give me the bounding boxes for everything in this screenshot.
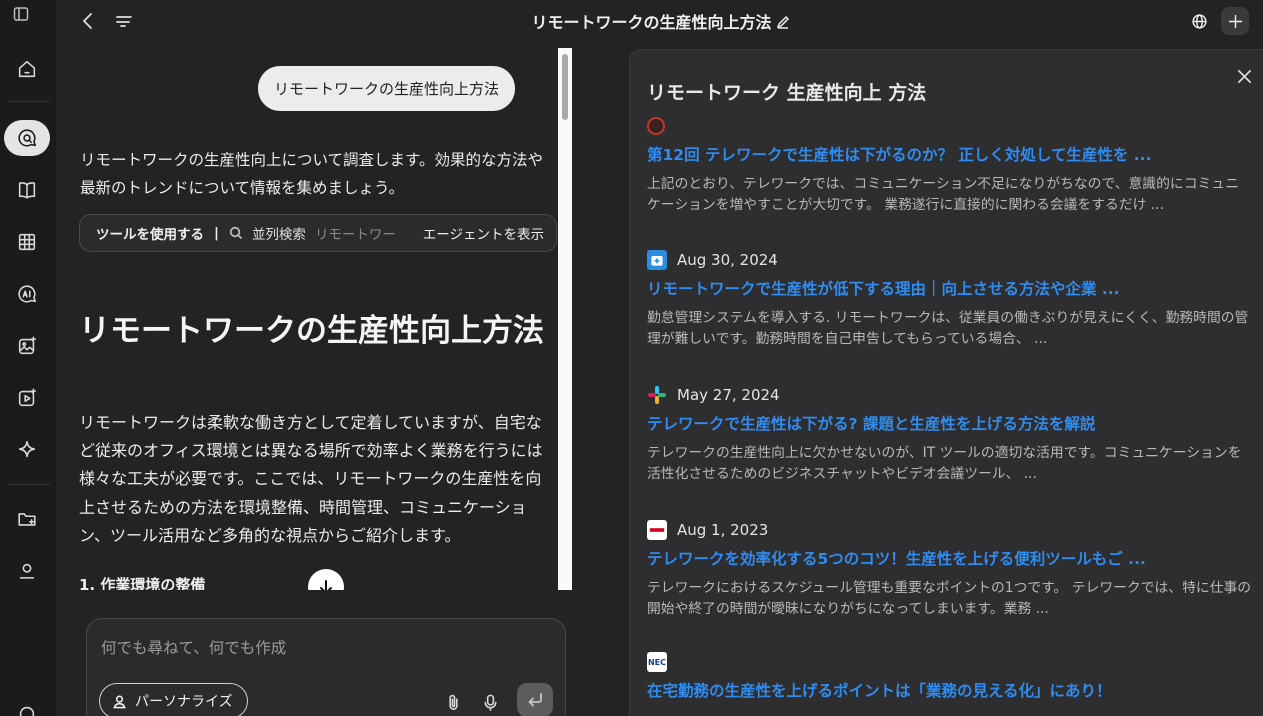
source-date: Aug 1, 2023 [677, 521, 769, 539]
composer-input[interactable]: 何でも尋ねて、何でも作成 [101, 636, 286, 658]
person-icon [113, 695, 126, 708]
scrollbar-thumb[interactable] [562, 54, 568, 120]
folder-icon[interactable] [4, 501, 50, 537]
page-title-text: リモートワークの生産性向上方法 [531, 13, 772, 32]
left-sidebar [0, 0, 58, 716]
source-link[interactable]: 第12回 テレワークで生産性は下がるのか？ 正しく対処して生産性を ... [647, 143, 1252, 165]
sources-panel-title: リモートワーク 生産性向上 方法 [647, 82, 927, 104]
brand-favicon-icon [647, 520, 667, 540]
source-date: May 27, 2024 [677, 386, 780, 404]
section-heading: 1. 作業環境の整備 [79, 576, 206, 590]
source-item[interactable]: Aug 30, 2024 リモートワークで生産性が低下する理由｜向上させる方法や… [647, 249, 1252, 350]
message-composer[interactable]: 何でも尋ねて、何でも作成 パーソナライズ [86, 618, 566, 716]
search-icon [229, 226, 243, 240]
answer-paragraph: リモートワークは柔軟な働き方として定着していますが、自宅など従来のオフィス環境と… [79, 413, 543, 545]
grid-icon[interactable] [4, 224, 50, 260]
show-agent-button[interactable]: エージェントを表示 [410, 215, 556, 251]
source-link[interactable]: 在宅勤務の生産性を上げるポイントは「業務の見える化」にあり！ [647, 679, 1252, 701]
tool-separator: | [214, 225, 219, 241]
image-generate-icon[interactable] [4, 328, 50, 364]
site-favicon-icon [647, 117, 665, 135]
book-icon[interactable] [4, 172, 50, 208]
source-item[interactable]: 第12回 テレワークで生産性は下がるのか？ 正しく対処して生産性を ... 上記… [647, 115, 1252, 216]
tool-usage-bar[interactable]: ツールを使用する | 並列検索 リモートワー エージェントを表示 [79, 214, 557, 252]
settings-icon[interactable] [4, 696, 50, 716]
home-icon[interactable] [4, 51, 50, 87]
source-link[interactable]: テレワークで生産性は下がる? 課題と生産性を上げる方法を解説 [647, 412, 1252, 434]
top-bar: リモートワークの生産性向上方法 [58, 0, 1263, 42]
chat-area: リモートワークの生産性向上方法 リモートワークの生産性向上について調査します。効… [58, 42, 578, 716]
search-query-text: リモートワー [314, 227, 396, 243]
ai-chat-icon[interactable] [4, 276, 50, 312]
source-item[interactable]: Aug 1, 2023 テレワークを効率化する5つのコツ！生産性を上げる便利ツー… [647, 519, 1252, 620]
nec-favicon-icon: NEC [647, 652, 667, 672]
user-message-bubble: リモートワークの生産性向上方法 [257, 66, 515, 111]
personalize-button[interactable]: パーソナライズ [99, 683, 248, 716]
assistant-intro-text: リモートワークの生産性向上について調査します。効果的な方法や最新のトレンドについ… [80, 151, 543, 197]
source-meta: Aug 30, 2024 [647, 249, 1252, 271]
rail-divider [8, 101, 50, 102]
source-link[interactable]: テレワークを効率化する5つのコツ！生産性を上げる便利ツールもご ... [647, 547, 1252, 569]
chat-search-icon[interactable] [4, 120, 50, 156]
chat-messages[interactable]: リモートワークの生産性向上方法 リモートワークの生産性向上について調査します。効… [58, 48, 573, 590]
personalize-label: パーソナライズ [135, 694, 233, 710]
source-snippet: 勤怠管理システムを導入する. リモートワークは、従業員の働きぶりが見えにくく、勤… [647, 310, 1249, 347]
answer-heading: リモートワークの生産性向上方法 [79, 313, 544, 349]
video-generate-icon[interactable] [4, 380, 50, 416]
close-icon[interactable] [1233, 65, 1255, 87]
tool-usage-label: ツールを使用する [96, 227, 204, 243]
scroll-down-button[interactable] [308, 569, 344, 590]
parallel-search-label: 並列検索 [251, 227, 306, 243]
source-meta: NEC [647, 651, 1252, 673]
source-meta: Aug 1, 2023 [647, 519, 1252, 541]
source-item[interactable]: NEC 在宅勤務の生産性を上げるポイントは「業務の見える化」にあり！ [647, 651, 1252, 701]
source-meta: May 27, 2024 [647, 384, 1252, 406]
source-date: Aug 30, 2024 [677, 251, 778, 269]
slack-favicon-icon [647, 385, 667, 405]
edit-title-icon[interactable] [776, 14, 790, 29]
source-snippet: 上記のとおり、テレワークでは、コミュニケーション不足になりがちなので、意識的にコ… [647, 176, 1239, 213]
page-title: リモートワークの生産性向上方法 [58, 9, 1263, 33]
chat-scrollbar[interactable] [558, 48, 572, 590]
profile-icon[interactable] [4, 553, 50, 589]
source-link[interactable]: リモートワークで生産性が低下する理由｜向上させる方法や企業 ... [647, 277, 1252, 299]
hospital-favicon-icon [647, 250, 667, 270]
source-meta [647, 115, 1252, 137]
globe-icon[interactable] [1185, 7, 1213, 35]
source-snippet: テレワークの生産性向上に欠かせないのが、IT ツールの適切な活用です。コミュニケ… [647, 445, 1242, 482]
app-window: リモートワークの生産性向上方法 リモートワークの生産性向上方法 リモートワークの… [0, 0, 1263, 716]
source-item[interactable]: May 27, 2024 テレワークで生産性は下がる? 課題と生産性を上げる方法… [647, 384, 1252, 485]
new-chat-button[interactable] [1221, 7, 1249, 35]
send-button[interactable] [517, 683, 553, 716]
microphone-icon[interactable] [479, 691, 501, 713]
attach-icon[interactable] [442, 691, 464, 713]
sources-panel: リモートワーク 生産性向上 方法 第12回 テレワークで生産性は下がるのか？ 正… [629, 49, 1263, 716]
toggle-sidebar-icon[interactable] [13, 6, 31, 24]
source-snippet: テレワークにおけるスケジュール管理も重要なポイントの1つです。 テレワークでは、… [647, 580, 1252, 617]
rail-divider [8, 484, 50, 485]
sparkle-icon[interactable] [4, 432, 50, 468]
